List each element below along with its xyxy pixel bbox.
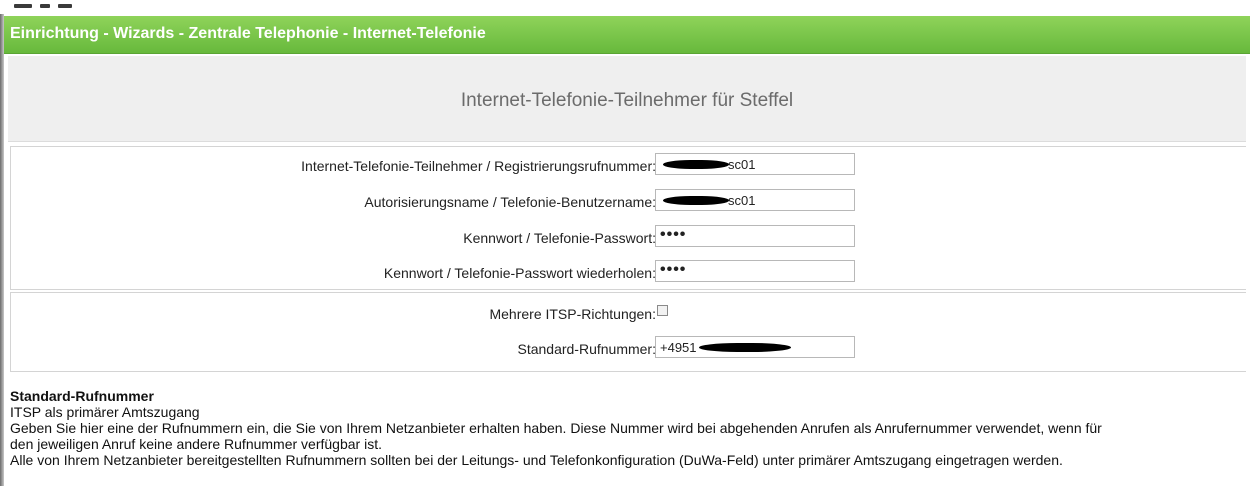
wizard-window: Einrichtung - Wizards - Zentrale Telepho… xyxy=(0,0,1254,486)
help-paragraph: Alle von Ihrem Netzanbieter bereitgestel… xyxy=(10,452,1063,468)
password-repeat-input[interactable] xyxy=(655,260,855,282)
form-row-password-repeat: Kennwort / Telefonie-Passwort wiederhole… xyxy=(11,260,1246,286)
help-paragraph: den jeweiligen Anruf keine andere Rufnum… xyxy=(10,436,382,452)
help-subtitle: ITSP als primärer Amtszugang xyxy=(10,404,200,420)
redaction-mark xyxy=(699,343,791,352)
form-row-password: Kennwort / Telefonie-Passwort: xyxy=(11,225,1246,251)
toolbar-mark xyxy=(40,4,50,8)
multiple-itsp-label: Mehrere ITSP-Richtungen: xyxy=(489,306,656,322)
form-row-username: Autorisierungsname / Telefonie-Benutzern… xyxy=(11,189,1246,215)
page-title: Internet-Telefonie-Teilnehmer für Steffe… xyxy=(460,90,794,111)
form-row-itsp: Mehrere ITSP-Richtungen: xyxy=(11,301,1246,327)
help-paragraph: Geben Sie hier eine der Rufnummern ein, … xyxy=(10,420,1102,436)
registration-number-label: Internet-Telefonie-Teilnehmer / Registri… xyxy=(301,158,656,174)
toolbar-mark xyxy=(58,4,72,8)
credentials-section: Internet-Telefonie-Teilnehmer / Registri… xyxy=(10,146,1246,290)
options-section: Mehrere ITSP-Richtungen: Standard-Rufnum… xyxy=(10,292,1246,372)
toolbar-mark xyxy=(14,4,32,8)
breadcrumb: Einrichtung - Wizards - Zentrale Telepho… xyxy=(10,25,486,42)
help-text: Standard-Rufnummer ITSP als primärer Amt… xyxy=(10,388,1246,468)
breadcrumb-titlebar: Einrichtung - Wizards - Zentrale Telepho… xyxy=(4,16,1250,54)
password-input[interactable] xyxy=(655,225,855,247)
password-label: Kennwort / Telefonie-Passwort: xyxy=(463,230,656,246)
help-title: Standard-Rufnummer xyxy=(10,388,154,404)
redaction-mark xyxy=(663,160,729,169)
standard-number-label: Standard-Rufnummer: xyxy=(517,341,656,357)
password-repeat-label: Kennwort / Telefonie-Passwort wiederhole… xyxy=(383,265,656,281)
auth-name-label: Autorisierungsname / Telefonie-Benutzern… xyxy=(364,194,656,210)
redaction-mark xyxy=(663,196,729,205)
multiple-itsp-checkbox[interactable] xyxy=(657,305,668,316)
form-row-registration: Internet-Telefonie-Teilnehmer / Registri… xyxy=(11,153,1246,179)
window-edge xyxy=(0,0,4,486)
form-row-standard-number: Standard-Rufnummer: xyxy=(11,336,1246,362)
page-header: Internet-Telefonie-Teilnehmer für Steffe… xyxy=(8,56,1246,142)
top-strip xyxy=(0,0,1254,14)
